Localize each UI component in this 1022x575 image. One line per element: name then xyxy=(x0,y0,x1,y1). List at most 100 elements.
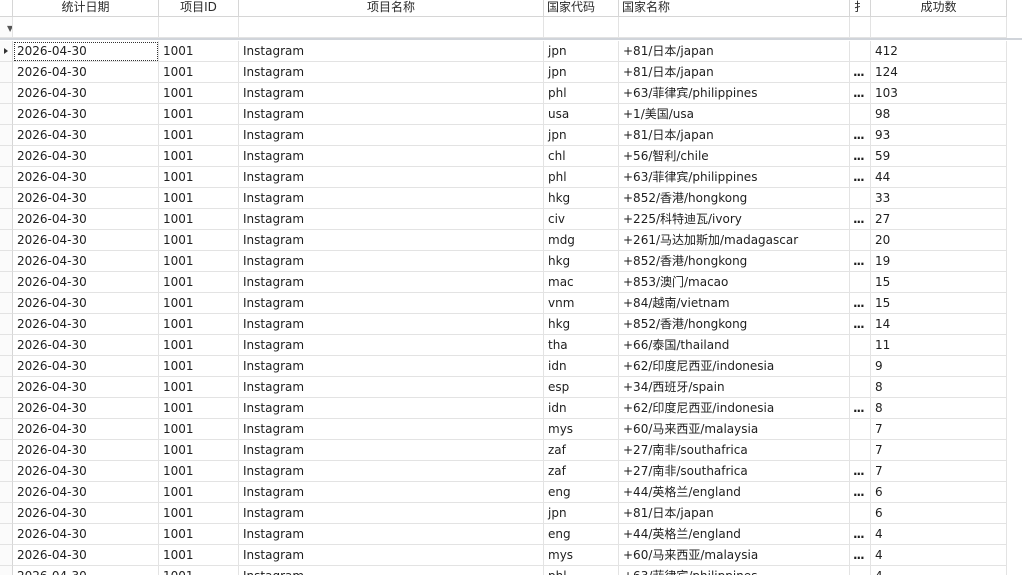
cell-project-id[interactable]: 1001 xyxy=(159,62,239,83)
cell-date[interactable]: 2026-04-30 xyxy=(13,377,159,398)
cell-country-code[interactable]: hkg xyxy=(544,314,619,335)
cell-success-count[interactable]: 8 xyxy=(871,377,1007,398)
cell-project-name[interactable]: Instagram xyxy=(239,41,544,62)
table-row[interactable]: 2026-04-30 1001 Instagram civ +225/科特迪瓦/ivor… xyxy=(0,209,1022,230)
cell-project-id[interactable]: 1001 xyxy=(159,398,239,419)
cell-country-name[interactable]: +60/马来西亚/malaysia xyxy=(619,419,850,440)
cell-date[interactable]: 2026-04-30 xyxy=(13,41,159,62)
cell-country-code[interactable]: zaf xyxy=(544,440,619,461)
cell-success-count[interactable]: 44 xyxy=(871,167,1007,188)
cell-project-id[interactable]: 1001 xyxy=(159,482,239,503)
cell-project-id[interactable]: 1001 xyxy=(159,440,239,461)
cell-country-code[interactable]: hkg xyxy=(544,188,619,209)
filter-cell-project-id[interactable] xyxy=(159,17,239,38)
cell-project-id[interactable]: 1001 xyxy=(159,566,239,575)
column-header-country-name[interactable]: 国家名称 xyxy=(619,0,850,17)
cell-project-id[interactable]: 1001 xyxy=(159,503,239,524)
cell-project-id[interactable]: 1001 xyxy=(159,335,239,356)
cell-truncated[interactable] xyxy=(850,230,871,251)
cell-project-id[interactable]: 1001 xyxy=(159,146,239,167)
cell-date[interactable]: 2026-04-30 xyxy=(13,566,159,575)
cell-date[interactable]: 2026-04-30 xyxy=(13,83,159,104)
cell-country-name[interactable]: +44/英格兰/england xyxy=(619,524,850,545)
cell-country-name[interactable]: +225/科特迪瓦/ivory xyxy=(619,209,850,230)
cell-success-count[interactable]: 124 xyxy=(871,62,1007,83)
table-row[interactable]: 2026-04-30 1001 Instagram hkg +852/香港/hongko… xyxy=(0,251,1022,272)
cell-truncated[interactable]: ... xyxy=(850,167,871,188)
cell-truncated[interactable] xyxy=(850,377,871,398)
cell-truncated[interactable]: ... xyxy=(850,146,871,167)
cell-project-name[interactable]: Instagram xyxy=(239,524,544,545)
cell-project-id[interactable]: 1001 xyxy=(159,251,239,272)
cell-country-code[interactable]: mys xyxy=(544,419,619,440)
cell-country-code[interactable]: phl xyxy=(544,566,619,575)
cell-success-count[interactable]: 4 xyxy=(871,524,1007,545)
cell-project-id[interactable]: 1001 xyxy=(159,41,239,62)
cell-project-name[interactable]: Instagram xyxy=(239,503,544,524)
cell-date[interactable]: 2026-04-30 xyxy=(13,335,159,356)
cell-country-code[interactable]: idn xyxy=(544,398,619,419)
table-row[interactable]: 2026-04-30 1001 Instagram jpn +81/日本/japan 6 xyxy=(0,503,1022,524)
cell-country-name[interactable]: +62/印度尼西亚/indonesia xyxy=(619,398,850,419)
cell-success-count[interactable]: 11 xyxy=(871,335,1007,356)
cell-project-name[interactable]: Instagram xyxy=(239,83,544,104)
cell-country-name[interactable]: +852/香港/hongkong xyxy=(619,314,850,335)
cell-country-name[interactable]: +63/菲律宾/philippines xyxy=(619,83,850,104)
cell-project-id[interactable]: 1001 xyxy=(159,524,239,545)
cell-success-count[interactable]: 98 xyxy=(871,104,1007,125)
cell-country-name[interactable]: +63/菲律宾/philippines xyxy=(619,566,850,575)
cell-country-name[interactable]: +63/菲律宾/philippines xyxy=(619,167,850,188)
row-indicator[interactable] xyxy=(0,41,13,62)
cell-country-code[interactable]: jpn xyxy=(544,41,619,62)
filter-cell-date[interactable] xyxy=(13,17,159,38)
cell-project-name[interactable]: Instagram xyxy=(239,209,544,230)
cell-country-code[interactable]: phl xyxy=(544,167,619,188)
filter-cell-project-name[interactable] xyxy=(239,17,544,38)
cell-success-count[interactable]: 15 xyxy=(871,272,1007,293)
row-indicator[interactable] xyxy=(0,146,13,167)
table-row[interactable]: 2026-04-30 1001 Instagram mys +60/马来西亚/malay… xyxy=(0,545,1022,566)
cell-success-count[interactable]: 33 xyxy=(871,188,1007,209)
cell-date[interactable]: 2026-04-30 xyxy=(13,419,159,440)
cell-country-name[interactable]: +853/澳门/macao xyxy=(619,272,850,293)
column-header-date[interactable]: 统计日期 xyxy=(13,0,159,17)
cell-success-count[interactable]: 4 xyxy=(871,566,1007,575)
cell-success-count[interactable]: 15 xyxy=(871,293,1007,314)
cell-success-count[interactable]: 14 xyxy=(871,314,1007,335)
filter-cell-country-code[interactable] xyxy=(544,17,619,38)
cell-truncated[interactable] xyxy=(850,272,871,293)
cell-country-code[interactable]: civ xyxy=(544,209,619,230)
row-indicator[interactable] xyxy=(0,83,13,104)
cell-project-name[interactable]: Instagram xyxy=(239,104,544,125)
cell-truncated[interactable] xyxy=(850,566,871,575)
row-indicator[interactable] xyxy=(0,272,13,293)
cell-project-name[interactable]: Instagram xyxy=(239,461,544,482)
cell-truncated[interactable] xyxy=(850,356,871,377)
row-indicator[interactable] xyxy=(0,398,13,419)
cell-country-name[interactable]: +27/南非/southafrica xyxy=(619,440,850,461)
table-row[interactable]: 2026-04-30 1001 Instagram jpn +81/日本/japan..… xyxy=(0,62,1022,83)
cell-success-count[interactable]: 412 xyxy=(871,41,1007,62)
row-indicator[interactable] xyxy=(0,314,13,335)
cell-date[interactable]: 2026-04-30 xyxy=(13,398,159,419)
cell-truncated[interactable]: ... xyxy=(850,83,871,104)
cell-project-name[interactable]: Instagram xyxy=(239,482,544,503)
filter-cell-success-count[interactable] xyxy=(871,17,1007,38)
cell-project-name[interactable]: Instagram xyxy=(239,335,544,356)
cell-truncated[interactable]: ... xyxy=(850,251,871,272)
cell-country-name[interactable]: +66/泰国/thailand xyxy=(619,335,850,356)
table-row[interactable]: 2026-04-30 1001 Instagram mdg +261/马达加斯加/mad… xyxy=(0,230,1022,251)
cell-success-count[interactable]: 9 xyxy=(871,356,1007,377)
cell-truncated[interactable] xyxy=(850,419,871,440)
cell-country-code[interactable]: vnm xyxy=(544,293,619,314)
cell-date[interactable]: 2026-04-30 xyxy=(13,125,159,146)
cell-date[interactable]: 2026-04-30 xyxy=(13,503,159,524)
table-row[interactable]: 2026-04-30 1001 Instagram jpn +81/日本/japan..… xyxy=(0,125,1022,146)
table-row[interactable]: 2026-04-30 1001 Instagram idn +62/印度尼西亚/indo… xyxy=(0,398,1022,419)
cell-date[interactable]: 2026-04-30 xyxy=(13,146,159,167)
cell-date[interactable]: 2026-04-30 xyxy=(13,272,159,293)
row-indicator[interactable] xyxy=(0,461,13,482)
table-row[interactable]: 2026-04-30 1001 Instagram tha +66/泰国/thailan… xyxy=(0,335,1022,356)
cell-success-count[interactable]: 8 xyxy=(871,398,1007,419)
row-indicator[interactable] xyxy=(0,293,13,314)
